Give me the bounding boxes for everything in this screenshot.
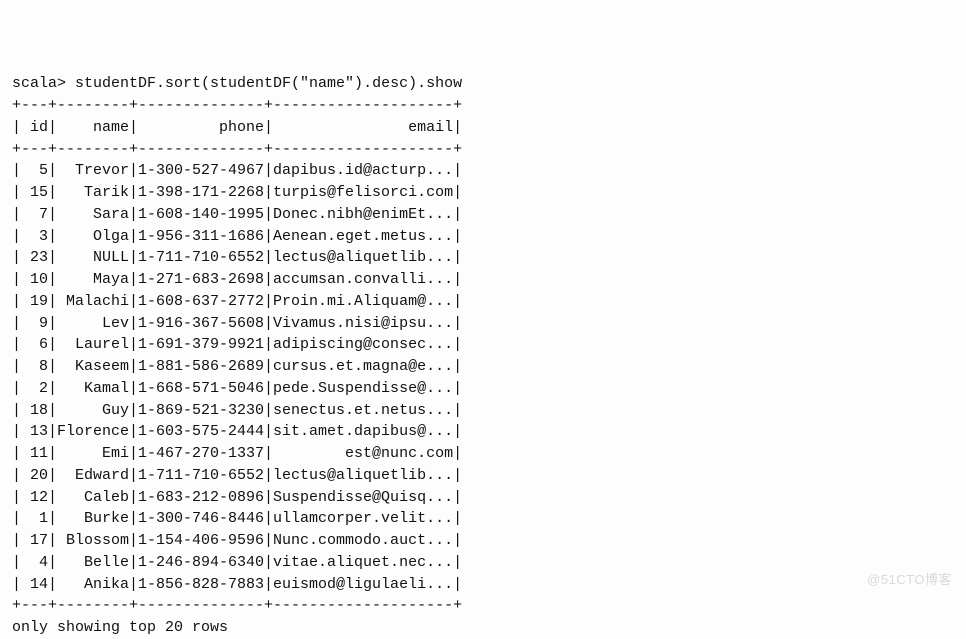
- table-header-border-top: +---+--------+--------------+-----------…: [12, 97, 462, 114]
- repl-prompt: scala>: [12, 75, 75, 92]
- watermark: @51CTO博客: [867, 571, 952, 590]
- table-header-row: | id| name| phone| email|: [12, 119, 462, 136]
- table-footer-border: +---+--------+--------------+-----------…: [12, 597, 462, 614]
- table-footer-note: only showing top 20 rows: [12, 619, 228, 636]
- table-header-border-bottom: +---+--------+--------------+-----------…: [12, 141, 462, 158]
- repl-command: studentDF.sort(studentDF("name").desc).s…: [75, 75, 462, 92]
- table-body: | 5| Trevor|1-300-527-4967|dapibus.id@ac…: [12, 162, 462, 592]
